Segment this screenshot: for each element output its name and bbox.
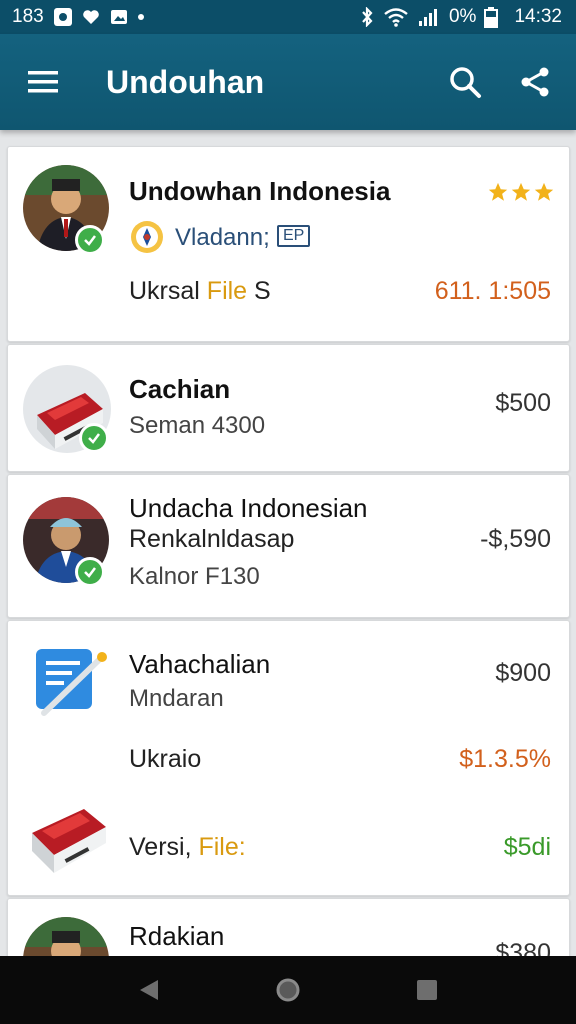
item-subtitle: Vladann;	[175, 224, 270, 251]
status-bar: 183 0% 14:32	[0, 0, 576, 34]
edit-document-icon	[36, 649, 107, 716]
item-price: $900	[495, 659, 551, 687]
item-detail: Kalnor F130	[129, 563, 260, 590]
item-title: Rdakian	[129, 921, 225, 951]
item-title: Undacha Indonesian	[129, 493, 368, 523]
share-button[interactable]	[500, 34, 570, 130]
star-icon	[511, 182, 531, 201]
notification-icon	[53, 8, 72, 26]
item-file-prefix: Ukrsal	[129, 277, 200, 305]
list-item[interactable]: Undowhan Indonesia Vladann; EP Ukrsal Fi…	[7, 146, 570, 342]
wifi-icon	[384, 8, 408, 27]
status-left-text: 183	[12, 6, 44, 27]
recents-icon	[416, 980, 437, 1000]
verified-badge	[79, 423, 109, 453]
battery-icon	[484, 7, 499, 28]
check-icon	[84, 235, 96, 246]
printer-thumbnail	[24, 781, 112, 877]
item-line3-label: File:	[198, 833, 246, 861]
search-icon	[450, 67, 481, 98]
item-subtitle: Mndaran	[129, 685, 224, 712]
item-subtitle: Seman 4300	[129, 412, 266, 439]
heart-icon	[82, 10, 99, 24]
back-icon	[140, 980, 159, 1000]
star-icon	[534, 182, 554, 201]
verified-badge	[75, 225, 105, 255]
navigation-bar	[0, 956, 576, 1024]
item-line2-value: $1.3.5%	[459, 745, 551, 773]
item-line2-label: Ukraio	[129, 745, 202, 773]
item-title: Vahachalian	[129, 649, 271, 679]
check-icon	[84, 567, 96, 578]
menu-button[interactable]	[0, 34, 86, 130]
recents-button[interactable]	[397, 960, 457, 1020]
emblem-icon	[131, 221, 163, 253]
printer-icon	[32, 809, 106, 873]
home-icon	[276, 978, 300, 1002]
battery-percent: 0%	[448, 6, 477, 27]
item-line3-value: $5di	[503, 833, 551, 861]
item-line3: Versi, File:	[129, 833, 246, 862]
star-icon	[488, 182, 508, 201]
more-notifications-dot	[137, 14, 144, 20]
share-icon	[521, 67, 549, 97]
item-tag: EP	[277, 225, 311, 247]
item-price: -$,590	[480, 525, 551, 553]
item-file-suffix: S	[254, 277, 271, 305]
status-time: 14:32	[514, 6, 562, 27]
app-title: Undouhan	[106, 63, 265, 100]
item-file-line: Ukrsal File S	[129, 277, 271, 306]
list-item[interactable]: Cachian Seman 4300 $500	[7, 344, 570, 472]
app-bar: Undouhan	[0, 34, 576, 130]
item-title: Undowhan Indonesia	[129, 176, 391, 206]
check-icon	[88, 433, 100, 444]
search-button[interactable]	[430, 34, 500, 130]
item-price: $500	[495, 389, 551, 417]
home-button[interactable]	[258, 960, 318, 1020]
back-button[interactable]	[119, 960, 179, 1020]
item-price: 611. 1:505	[434, 277, 551, 305]
item-file-label: File	[206, 277, 248, 305]
item-title: Cachian	[129, 374, 231, 404]
signal-icon	[418, 9, 437, 26]
verified-badge	[75, 557, 105, 587]
list-item[interactable]: Vahachalian Mndaran $900 Ukraio $1.3.5% …	[7, 620, 570, 896]
item-subtitle: Renkalnldasap	[129, 525, 295, 553]
list-item[interactable]: Undacha Indonesian Renkalnldasap Kalnor …	[7, 474, 570, 618]
item-line3-prefix: Versi,	[129, 833, 192, 861]
menu-icon	[28, 71, 58, 93]
bluetooth-icon	[362, 7, 373, 27]
rating-stars	[487, 181, 555, 203]
image-icon	[110, 10, 127, 24]
